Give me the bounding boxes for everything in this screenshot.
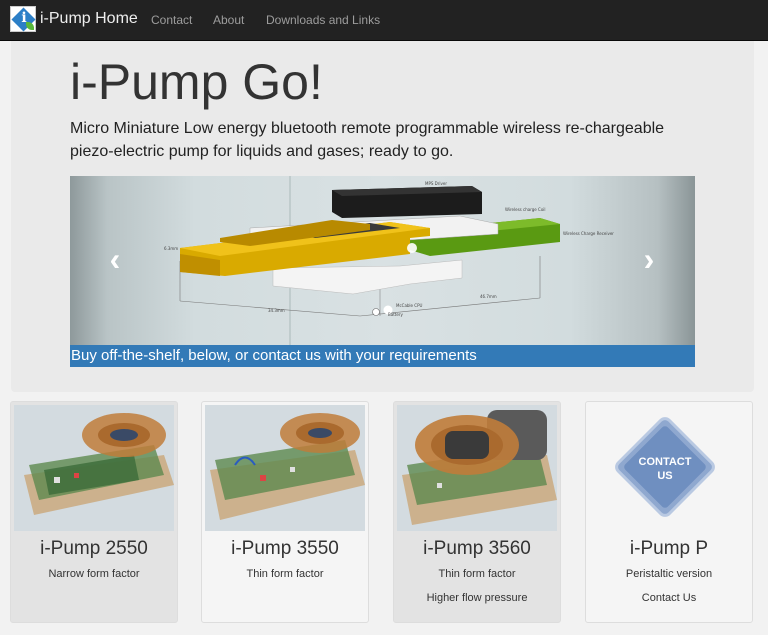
pump-exploded-diagram: MPS Driver Wireless charge Coil Wireless… [164, 176, 614, 345]
contact-us-link[interactable]: Contact Us [586, 592, 752, 604]
product-feature-2: Higher flow pressure [426, 592, 528, 604]
diagram-label-driver: MPS Driver [425, 181, 447, 186]
ipump-logo-icon: i [10, 6, 36, 32]
carousel-caption: Buy off-the-shelf, below, or contact us … [70, 345, 695, 367]
product-feature-1: Narrow form factor [48, 568, 140, 580]
carousel-prev-icon[interactable]: ‹ [100, 243, 130, 275]
brand-link[interactable]: i i-Pump Home [10, 6, 138, 32]
diagram-label-battery: Battery [388, 312, 403, 317]
page-title: i-Pump Go! [70, 54, 323, 110]
product-name: i-Pump 2550 [40, 538, 148, 559]
nav-contact[interactable]: Contact [151, 13, 192, 27]
product-feature-1: Peristaltic version [625, 568, 713, 580]
product-name: i-Pump 3560 [423, 538, 531, 559]
contact-us-badge-icon: CONTACT US [589, 405, 749, 531]
nav-downloads[interactable]: Downloads and Links [266, 13, 380, 27]
nav-about[interactable]: About [213, 13, 244, 27]
product-card-2550[interactable]: i-Pump 2550 Narrow form factor [10, 401, 178, 623]
diagram-label-cpu: McCable CPU [396, 303, 422, 308]
carousel-next-icon[interactable]: › [634, 243, 664, 275]
diagram-label-length: 34.3mm [268, 308, 285, 313]
diagram-label-receiver: Wireless Charge Receiver [563, 231, 614, 236]
product-image-3550 [205, 405, 365, 531]
diagram-label-width: 46.7mm [480, 294, 497, 299]
product-name: i-Pump P [629, 538, 709, 559]
product-card-3560[interactable]: i-Pump 3560 Thin form factor Higher flow… [393, 401, 561, 623]
product-feature-1: Thin form factor [438, 568, 516, 580]
top-navbar: i i-Pump Home Contact About Downloads an… [0, 0, 768, 41]
product-image-2550 [14, 405, 174, 531]
brand-title: i-Pump Home [40, 10, 138, 27]
diagram-label-coil: Wireless charge Coil [505, 207, 546, 212]
product-image-3560 [397, 405, 557, 531]
product-feature-1: Thin form factor [246, 568, 324, 580]
hero-lead: Micro Miniature Low energy bluetooth rem… [70, 120, 665, 160]
product-carousel[interactable]: MPS Driver Wireless charge Coil Wireless… [70, 176, 695, 367]
product-name: i-Pump 3550 [231, 538, 339, 559]
product-card-3550[interactable]: i-Pump 3550 Thin form factor [201, 401, 369, 623]
diagram-label-height: 6.3mm [164, 246, 178, 251]
product-card-p[interactable]: CONTACT US i-Pump P Peristaltic version C… [585, 401, 753, 623]
